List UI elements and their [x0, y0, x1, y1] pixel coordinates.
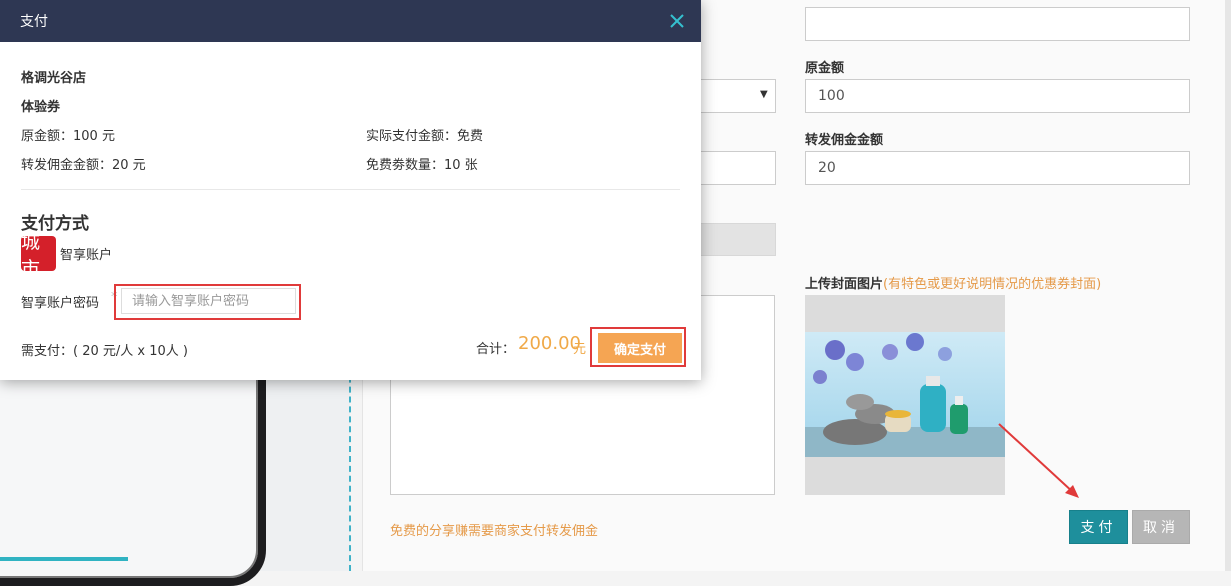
- upload-cover-label: 上传封面图片: [805, 277, 884, 292]
- cover-image-upload[interactable]: [805, 295, 1005, 495]
- commission-input[interactable]: 20: [805, 151, 1190, 185]
- required-mark: *: [111, 290, 118, 305]
- modal-title: 支付: [20, 14, 48, 30]
- store-name: 格调光谷店: [21, 71, 87, 86]
- original-amount-label: 原金额: [805, 61, 845, 76]
- upload-cover-hint: (有特色或更好说明情况的优惠券封面): [883, 277, 1102, 292]
- total-unit: 元: [573, 342, 587, 357]
- account-name[interactable]: 智享账户: [60, 244, 112, 263]
- total-amount: 200.00: [518, 333, 581, 354]
- coupon-type: 体验券: [21, 100, 61, 115]
- cancel-button[interactable]: 取消: [1132, 510, 1190, 544]
- free-count-text: 免费劵数量：10 张: [366, 158, 478, 173]
- cover-image: [805, 332, 1005, 457]
- commission-label: 转发佣金金额: [805, 133, 884, 148]
- password-input[interactable]: [121, 288, 296, 314]
- payment-method-title: 支付方式: [21, 214, 89, 234]
- red-arrow-icon: [998, 423, 1079, 498]
- actual-pay-text: 实际支付金额：免费: [366, 129, 484, 144]
- preview-progress-bar: [0, 557, 128, 561]
- disabled-field: [701, 223, 776, 256]
- close-icon[interactable]: [669, 13, 685, 29]
- modal-divider: [21, 189, 680, 190]
- left-field-input[interactable]: [701, 151, 776, 185]
- top-input-field[interactable]: [805, 7, 1190, 41]
- confirm-pay-button[interactable]: 确定支付: [598, 333, 682, 363]
- payment-modal: 支付 格调光谷店 体验券 原金额：100 元 实际支付金额：免费 转发佣金金额：…: [0, 0, 701, 380]
- chevron-down-icon: ▼: [760, 89, 768, 100]
- total-label: 合计：: [476, 342, 516, 357]
- modal-header: 支付: [0, 0, 701, 42]
- share-commission-note: 免费的分享赚需要商家支付转发佣金: [390, 524, 599, 539]
- need-pay-text: 需支付：( 20 元/人 x 10人 ): [21, 344, 188, 359]
- original-amount-text: 原金额：100 元: [21, 129, 115, 144]
- commission-text: 转发佣金金额：20 元: [21, 158, 146, 173]
- upload-cover-title: 上传封面图片(有特色或更好说明情况的优惠券封面): [805, 273, 1101, 292]
- password-label: 智享账户密码: [21, 296, 100, 311]
- account-logo: 城市: [21, 236, 56, 271]
- original-amount-input[interactable]: 100: [805, 79, 1190, 113]
- pay-button[interactable]: 支付: [1069, 510, 1128, 544]
- page-scrollbar[interactable]: [1225, 0, 1231, 571]
